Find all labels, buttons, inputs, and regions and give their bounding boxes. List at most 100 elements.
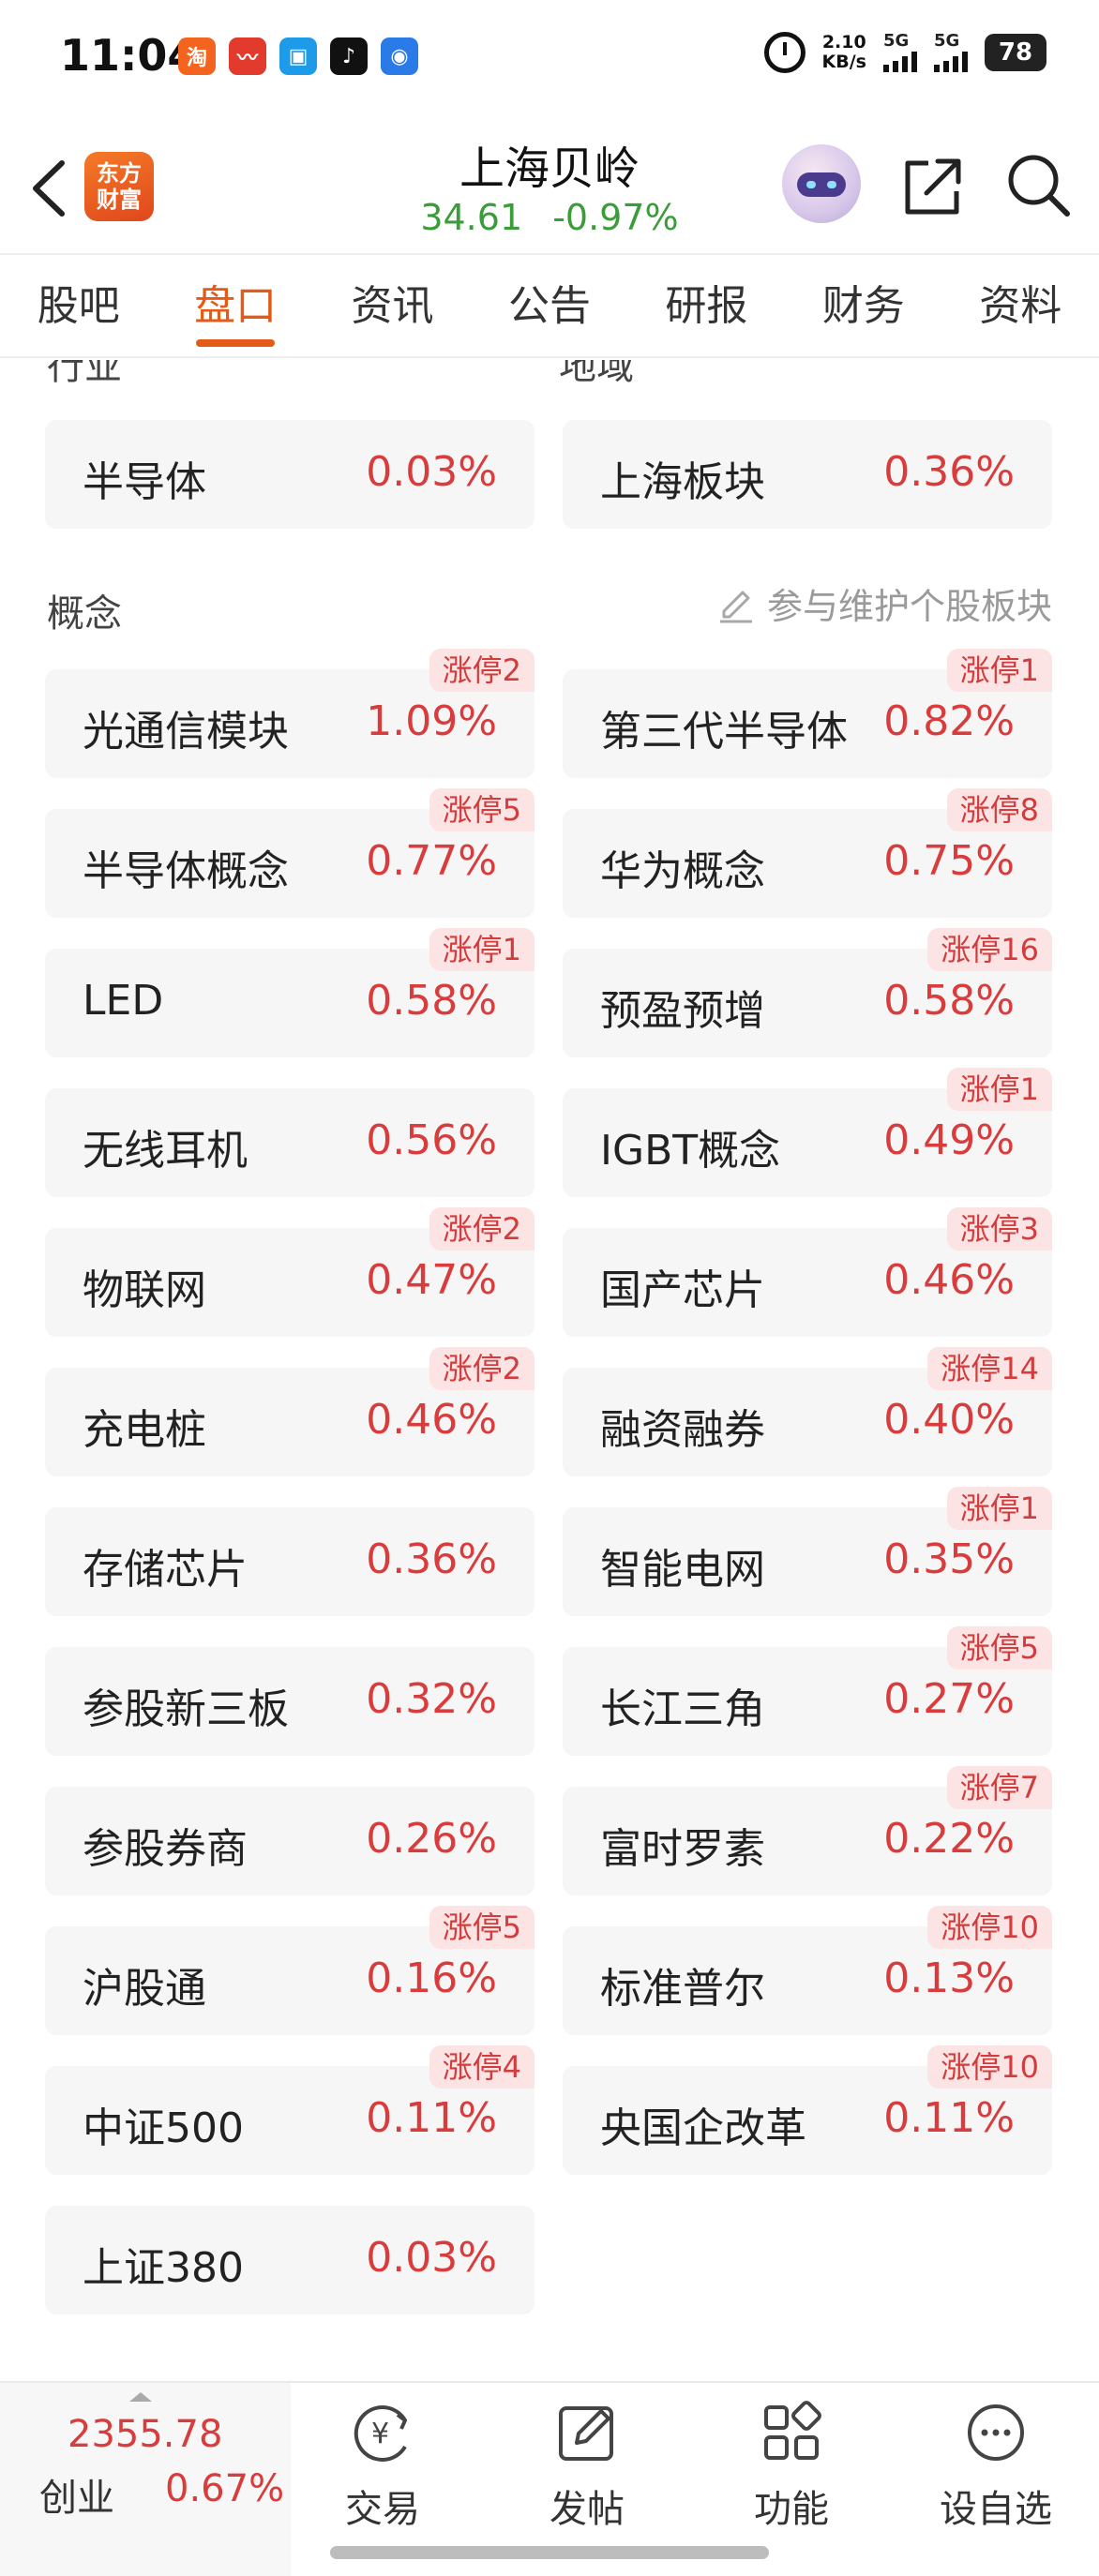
nav-post[interactable]: 发帖 — [512, 2400, 662, 2533]
search-icon[interactable] — [1003, 150, 1073, 219]
share-icon[interactable] — [900, 154, 966, 219]
battery-icon: 78 — [985, 34, 1046, 71]
concept-card[interactable]: 参股新三板 0.32% — [45, 1647, 534, 1756]
tab-2[interactable]: 资讯 — [314, 255, 471, 356]
concept-card[interactable]: 充电桩 0.46% 涨停2 — [45, 1347, 534, 1476]
nav-add-watchlist[interactable]: 设自选 — [921, 2400, 1071, 2533]
tab-6[interactable]: 资料 — [942, 255, 1099, 356]
limit-up-badge: 涨停1 — [946, 649, 1052, 692]
concept-card[interactable]: IGBT概念 0.49% 涨停1 — [563, 1068, 1052, 1197]
concept-pct: 0.58% — [883, 977, 1015, 1025]
status-time: 11:04 — [60, 30, 198, 81]
industry-name: 半导体 — [83, 458, 206, 506]
more-icon — [968, 2404, 1024, 2461]
concept-card[interactable]: 华为概念 0.75% 涨停8 — [563, 788, 1052, 918]
maintain-sectors-link[interactable]: 参与维护个股板块 — [715, 577, 1052, 629]
concept-pct: 0.75% — [883, 837, 1015, 885]
concept-pct: 0.46% — [366, 1396, 497, 1444]
concept-name: 沪股通 — [83, 1965, 206, 2013]
tab-5[interactable]: 财务 — [785, 255, 941, 356]
concept-card[interactable]: 预盈预增 0.58% 涨停16 — [563, 928, 1052, 1057]
concept-card[interactable]: 第三代半导体 0.82% 涨停1 — [563, 649, 1052, 778]
concept-name: 预盈预增 — [600, 987, 765, 1035]
industry-label: 行业 — [47, 360, 122, 388]
tab-4[interactable]: 研报 — [628, 255, 785, 356]
limit-up-badge: 涨停16 — [927, 928, 1052, 971]
concept-pct: 0.40% — [883, 1396, 1015, 1444]
concept-pct: 0.32% — [366, 1675, 497, 1723]
ai-assistant-icon[interactable] — [782, 144, 861, 223]
concept-card[interactable]: 半导体概念 0.77% 涨停5 — [45, 788, 534, 918]
industry-card[interactable]: 半导体 0.03% — [45, 420, 534, 529]
limit-up-badge: 涨停1 — [946, 1487, 1052, 1530]
concept-card[interactable]: 中证500 0.11% 涨停4 — [45, 2045, 534, 2175]
concept-card[interactable]: 智能电网 0.35% 涨停1 — [563, 1487, 1052, 1616]
concept-card[interactable]: 融资融券 0.40% 涨停14 — [563, 1347, 1052, 1476]
concept-card[interactable]: 上证380 0.03% — [45, 2206, 534, 2314]
concept-card[interactable]: 长江三角 0.27% 涨停5 — [563, 1626, 1052, 1756]
concept-label: 概念 — [47, 592, 122, 636]
maintain-link-label: 参与维护个股板块 — [766, 586, 1052, 627]
concept-card[interactable]: 光通信模块 1.09% 涨停2 — [45, 649, 534, 778]
stock-app-icon: 〰 — [229, 37, 266, 75]
nav-post-label: 发帖 — [550, 2488, 625, 2531]
nav-trade-label: 交易 — [345, 2488, 420, 2531]
concept-pct: 1.09% — [366, 697, 497, 745]
concept-pct: 0.35% — [883, 1535, 1015, 1583]
post-icon — [559, 2406, 613, 2461]
nav-add-watchlist-label: 设自选 — [940, 2488, 1052, 2531]
taobao-icon: 淘 — [178, 37, 216, 75]
tab-3[interactable]: 公告 — [471, 255, 627, 356]
index-ticker[interactable]: 2355.78 创业 0.67% — [0, 2383, 291, 2576]
messaging-icon: ▣ — [279, 37, 317, 75]
concept-name: 融资融券 — [600, 1406, 765, 1454]
tab-0[interactable]: 股吧 — [0, 255, 157, 356]
signal-1-label: 5G — [883, 31, 910, 51]
concept-name: 富时罗素 — [600, 1825, 765, 1873]
concept-pct: 0.16% — [366, 1954, 497, 2002]
title-bar: 东方 财富 上海贝岭 34.61 -0.97% — [0, 122, 1099, 253]
limit-up-badge: 涨停5 — [429, 1906, 534, 1949]
concept-card[interactable]: 参股券商 0.26% — [45, 1787, 534, 1895]
edit-icon — [719, 591, 752, 622]
limit-up-badge: 涨停5 — [429, 788, 534, 831]
limit-up-badge: 涨停4 — [429, 2045, 534, 2089]
concept-card[interactable]: 富时罗素 0.22% 涨停7 — [563, 1766, 1052, 1895]
nav-trade[interactable]: ¥ 交易 — [308, 2400, 458, 2533]
home-indicator[interactable] — [330, 2546, 769, 2559]
concept-card[interactable]: 沪股通 0.16% 涨停5 — [45, 1906, 534, 2035]
concept-card[interactable]: 国产芯片 0.46% 涨停3 — [563, 1207, 1052, 1337]
grid-icon — [764, 2401, 821, 2460]
status-bar: 11:04 淘〰 ▣ ♪ ◉ 2.10 KB/s 5G 5G 78 — [0, 0, 1099, 112]
notification-icons: 淘〰 ▣ ♪ ◉ — [178, 37, 418, 75]
concept-pct: 0.11% — [366, 2094, 497, 2142]
status-right: 2.10 KB/s 5G 5G 78 — [763, 32, 1046, 73]
concept-name: 智能电网 — [600, 1546, 765, 1594]
concept-card[interactable]: 存储芯片 0.36% — [45, 1507, 534, 1616]
concept-card[interactable]: 物联网 0.47% 涨停2 — [45, 1207, 534, 1337]
network-speed: 2.10 KB/s — [822, 33, 866, 72]
concept-card[interactable]: 标准普尔 0.13% 涨停10 — [563, 1906, 1052, 2035]
industry-pct: 0.03% — [366, 448, 497, 496]
limit-up-badge: 涨停7 — [946, 1766, 1052, 1809]
stock-price: 34.61 — [420, 197, 523, 238]
net-speed-value: 2.10 — [821, 32, 866, 52]
concept-name: 半导体概念 — [83, 847, 289, 895]
limit-up-badge: 涨停8 — [946, 788, 1052, 831]
limit-up-badge: 涨停1 — [946, 1068, 1052, 1111]
limit-up-badge: 涨停14 — [927, 1347, 1052, 1390]
concept-name: LED — [83, 977, 164, 1025]
concept-card[interactable]: 央国企改革 0.11% 涨停10 — [563, 2045, 1052, 2175]
concept-card[interactable]: LED 0.58% 涨停1 — [45, 928, 534, 1057]
index-value: 2355.78 — [68, 2413, 223, 2456]
region-card[interactable]: 上海板块 0.36% — [563, 420, 1052, 529]
concept-card[interactable]: 无线耳机 0.56% — [45, 1088, 534, 1197]
signal-1-icon: 5G — [883, 33, 917, 72]
broadcast-icon: ◉ — [381, 37, 418, 75]
trade-icon: ¥ — [354, 2405, 407, 2462]
index-name: 创业 — [39, 2477, 114, 2520]
concept-pct: 0.58% — [366, 977, 497, 1025]
concept-name: 中证500 — [83, 2104, 244, 2152]
nav-functions[interactable]: 功能 — [716, 2400, 866, 2533]
tab-1[interactable]: 盘口 — [157, 255, 313, 356]
